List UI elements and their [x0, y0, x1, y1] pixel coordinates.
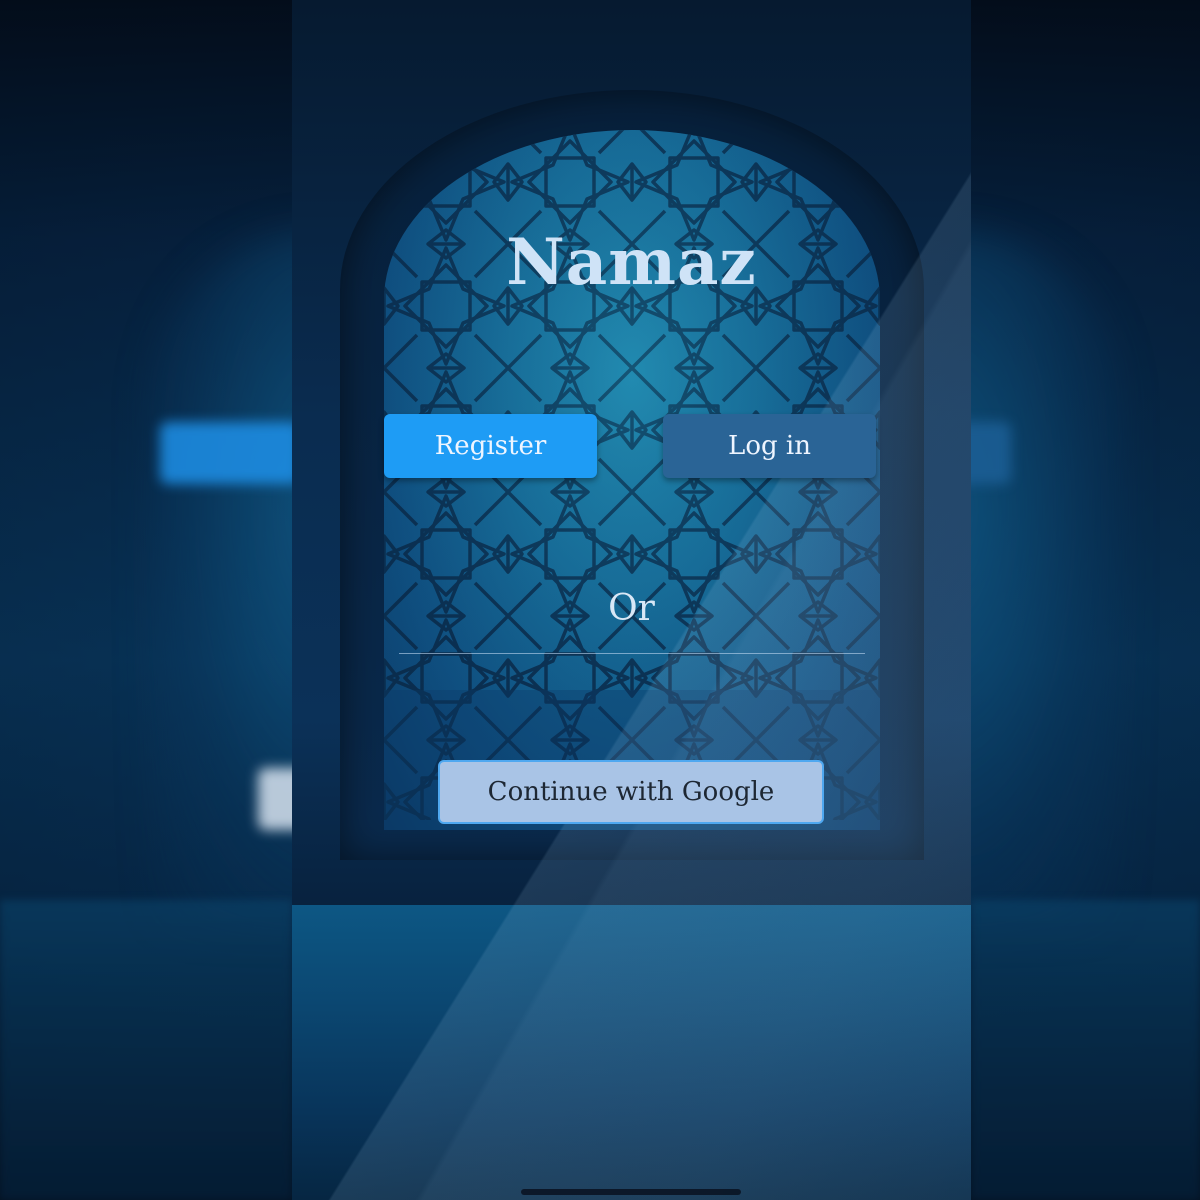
register-button[interactable]: Register	[384, 414, 597, 478]
blurred-background-right	[971, 0, 1200, 1200]
app-title: Namaz	[506, 225, 757, 300]
mosque-floor	[292, 905, 971, 1200]
or-separator-label: Or	[608, 588, 655, 629]
app-viewport: Namaz Register Log in Or Continue with G…	[0, 0, 1200, 1200]
home-indicator	[521, 1189, 741, 1195]
continue-with-google-button[interactable]: Continue with Google	[438, 760, 824, 824]
login-button[interactable]: Log in	[663, 414, 876, 478]
login-screen: Namaz Register Log in Or Continue with G…	[292, 0, 971, 1200]
blurred-background-left	[0, 0, 292, 1200]
separator-line	[399, 653, 865, 654]
